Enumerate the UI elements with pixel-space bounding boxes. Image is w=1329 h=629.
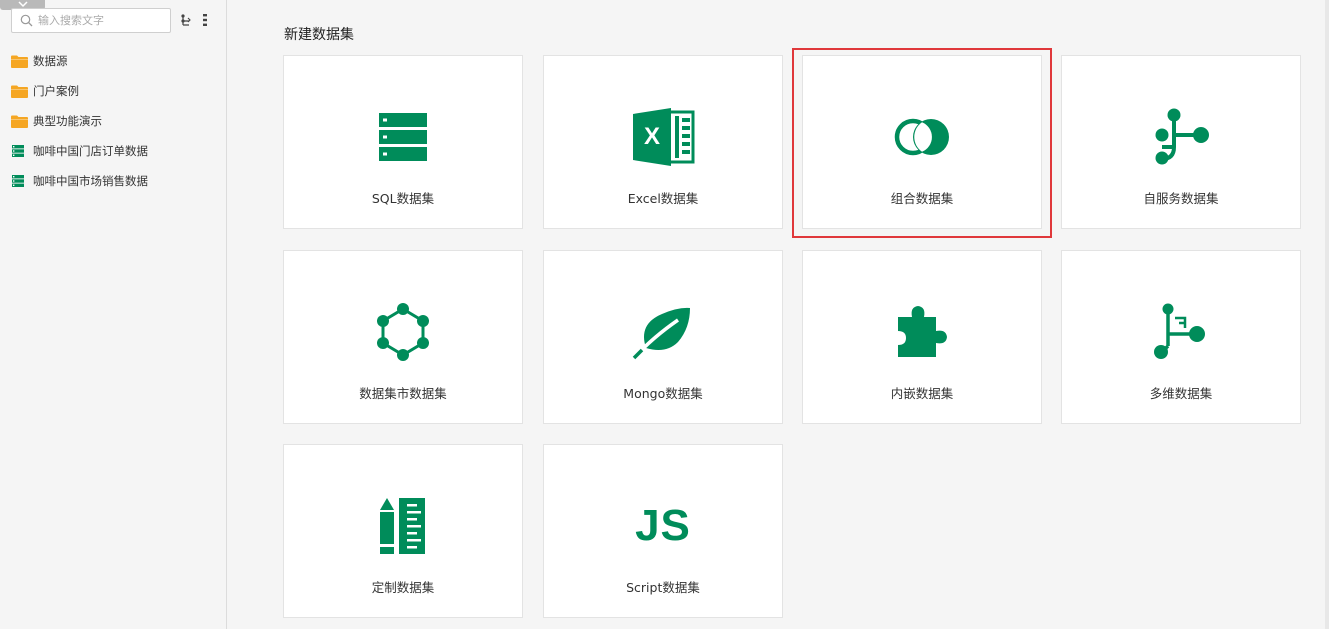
hierarchy-icon [181,14,191,26]
card-label: 自服务数据集 [1143,191,1219,206]
card-label: 多维数据集 [1149,386,1213,401]
card-script-dataset[interactable]: JS Script数据集 [543,444,783,618]
folder-icon [11,84,28,98]
card-multidimensional-dataset[interactable]: 多维数据集 [1061,250,1301,424]
tree-view-toggle-button[interactable] [178,12,194,28]
menu-icon [203,14,207,26]
tree-item-feature-demo[interactable]: 典型功能演示 [0,106,227,136]
scrollbar[interactable] [1325,0,1329,629]
folder-icon [11,114,28,128]
combined-dataset-icon [803,106,1041,168]
tree-item-label: 数据源 [33,54,68,68]
tree-item-coffee-store-orders[interactable]: 咖啡中国门店订单数据 [0,136,227,166]
main-panel: 新建数据集 SQL数据集 X Excel数据集 组合数据集 自服务数据集 数据集… [227,0,1329,629]
page-title: 新建数据集 [284,27,354,43]
search-input[interactable] [38,14,163,27]
folder-icon [11,54,28,68]
embedded-dataset-icon [803,301,1041,363]
self-service-dataset-icon [1062,106,1300,168]
tree-item-label: 咖啡中国门店订单数据 [33,144,148,158]
card-label: SQL数据集 [371,191,435,206]
excel-dataset-icon: X [544,106,782,168]
card-label: 数据集市数据集 [359,386,447,401]
svg-text:X: X [644,123,660,150]
sql-dataset-icon [284,106,522,168]
tree-item-coffee-market-sales[interactable]: 咖啡中国市场销售数据 [0,166,227,196]
tree-item-label: 门户案例 [33,84,79,98]
card-embedded-dataset[interactable]: 内嵌数据集 [802,250,1042,424]
card-custom-dataset[interactable]: 定制数据集 [283,444,523,618]
search-icon [20,14,33,27]
tree-item-label: 咖啡中国市场销售数据 [33,174,148,188]
script-dataset-icon: JS [544,495,782,557]
card-label: Script数据集 [626,580,700,595]
card-mongo-dataset[interactable]: Mongo数据集 [543,250,783,424]
card-label: Excel数据集 [627,191,699,206]
dataset-icon [11,174,28,188]
tree-item-data-source[interactable]: 数据源 [0,46,227,76]
custom-dataset-icon [284,495,522,557]
js-glyph: JS [635,501,691,550]
sidebar: 数据源 门户案例 典型功能演示 咖啡中国门店订单数据 咖啡中国市场销售数据 [0,0,227,629]
card-excel-dataset[interactable]: X Excel数据集 [543,55,783,229]
more-menu-button[interactable] [197,12,213,28]
card-sql-dataset[interactable]: SQL数据集 [283,55,523,229]
data-mart-dataset-icon [284,301,522,363]
dataset-icon [11,144,28,158]
mongo-dataset-icon [544,301,782,363]
card-label: 内嵌数据集 [890,386,954,401]
tree-item-portal-cases[interactable]: 门户案例 [0,76,227,106]
multidimensional-dataset-icon [1062,301,1300,363]
card-label: 定制数据集 [371,580,435,595]
card-label: 组合数据集 [890,191,954,206]
tree-item-label: 典型功能演示 [33,114,102,128]
card-self-service-dataset[interactable]: 自服务数据集 [1061,55,1301,229]
resource-tree: 数据源 门户案例 典型功能演示 咖啡中国门店订单数据 咖啡中国市场销售数据 [0,46,227,196]
card-data-mart-dataset[interactable]: 数据集市数据集 [283,250,523,424]
search-box[interactable] [11,8,171,33]
card-label: Mongo数据集 [623,386,703,401]
card-combined-dataset[interactable]: 组合数据集 [802,55,1042,229]
